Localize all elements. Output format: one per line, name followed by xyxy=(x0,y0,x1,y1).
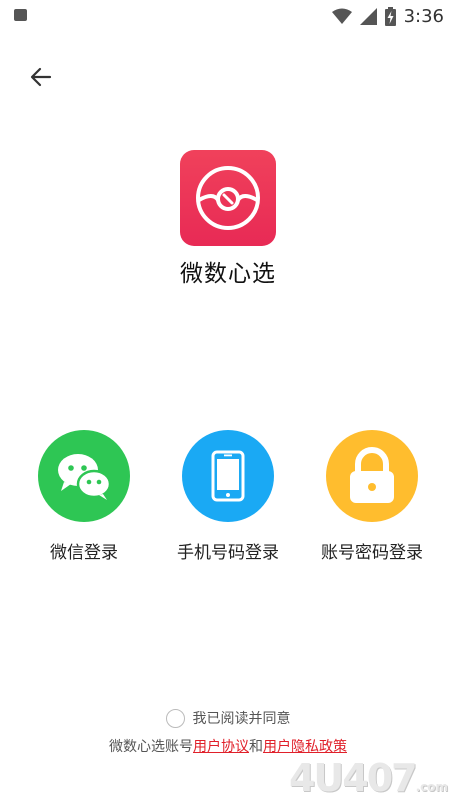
app-name: 微数心选 xyxy=(180,261,276,287)
policy-text: 微数心选账号用户协议和用户隐私政策 xyxy=(0,736,456,756)
password-login-button[interactable]: 账号密码登录 xyxy=(302,430,442,563)
notification-icon xyxy=(14,9,27,21)
arrow-left-icon xyxy=(30,67,52,87)
policy-prefix: 微数心选账号 xyxy=(109,739,193,755)
agreement-checkbox[interactable] xyxy=(165,708,185,728)
wechat-login-label: 微信登录 xyxy=(50,543,118,563)
password-login-circle[interactable] xyxy=(326,430,418,522)
app-logo xyxy=(180,150,276,246)
watermark-text: 4U407 xyxy=(288,756,418,800)
agreement-checkbox-label: 我已阅读并同意 xyxy=(192,711,291,727)
status-icons: 3:36 xyxy=(331,4,444,28)
user-agreement-link[interactable]: 用户协议 xyxy=(193,739,249,755)
phone-login-circle[interactable] xyxy=(182,430,274,522)
back-button[interactable] xyxy=(26,62,56,92)
wechat-login-button[interactable]: 微信登录 xyxy=(14,430,154,563)
status-time: 3:36 xyxy=(403,5,444,27)
watermark-suffix: .com xyxy=(415,780,448,794)
password-login-label: 账号密码登录 xyxy=(321,543,423,563)
wifi-icon xyxy=(331,8,352,24)
battery-charging-icon xyxy=(384,6,396,26)
phone-login-label: 手机号码登录 xyxy=(177,543,279,563)
phone-login-button[interactable]: 手机号码登录 xyxy=(158,430,298,563)
agreement-row: 我已阅读并同意 xyxy=(0,708,456,728)
status-bar: 3:36 xyxy=(0,0,456,32)
policy-conjunction: 和 xyxy=(249,739,263,755)
lock-icon xyxy=(350,447,394,503)
signal-icon xyxy=(359,7,377,25)
watermark-logo: 4U407.com xyxy=(289,756,448,800)
wechat-icon xyxy=(58,454,112,500)
wechat-login-circle[interactable] xyxy=(38,430,130,522)
app-logo-icon xyxy=(196,166,260,230)
phone-icon xyxy=(211,450,245,502)
privacy-policy-link[interactable]: 用户隐私政策 xyxy=(263,739,347,755)
